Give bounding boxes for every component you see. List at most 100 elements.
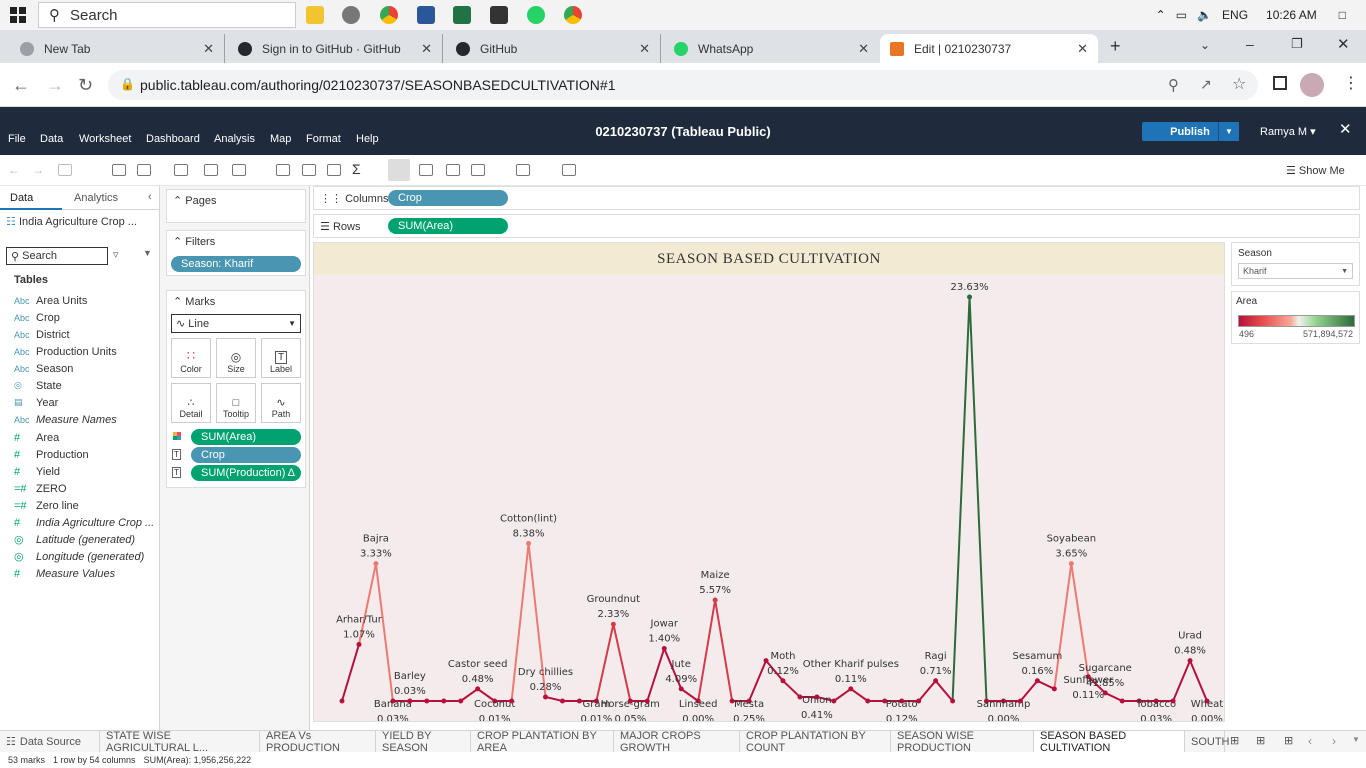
color-button[interactable]: ∷ Color — [171, 338, 211, 378]
redo-icon[interactable]: → — [32, 163, 44, 177]
tab-data[interactable]: Data — [10, 192, 33, 204]
clear-sheet-icon[interactable] — [232, 164, 246, 176]
volume-icon[interactable]: 🔈 — [1197, 8, 1212, 22]
labels-icon[interactable] — [419, 164, 433, 176]
chrome-profile-icon[interactable] — [564, 6, 582, 24]
new-sheet-icon[interactable] — [174, 164, 188, 176]
window-close-button[interactable]: ✕ — [1337, 35, 1350, 53]
scroll-right-icon[interactable]: › — [1332, 734, 1336, 748]
menu-analysis[interactable]: Analysis — [214, 133, 255, 145]
filter-pill-season[interactable]: Season: Kharif — [171, 256, 301, 272]
mark-type-select[interactable]: ∿ Line ▼ — [171, 314, 301, 333]
chevron-up-icon[interactable]: ⌃ — [1156, 8, 1166, 22]
new-tab-button[interactable]: + — [1110, 36, 1121, 57]
marks-pill-crop[interactable]: Crop — [191, 447, 301, 463]
field-measure-values[interactable]: # Measure Values — [14, 565, 115, 582]
field-area[interactable]: # Area — [14, 429, 59, 446]
new-dashboard-tab-icon[interactable]: ⊞ — [1256, 734, 1265, 747]
fit-icon[interactable] — [471, 164, 485, 176]
minimize-button[interactable]: – — [1246, 36, 1254, 52]
field-year[interactable]: ▤ Year — [14, 394, 58, 411]
restore-button[interactable]: ❐ — [1291, 36, 1303, 52]
sheet-tab-season-wise-production[interactable]: SEASON WISE PRODUCTION — [891, 730, 1034, 754]
tooltip-button[interactable]: □ Tooltip — [216, 383, 256, 423]
side-panel-icon[interactable] — [1273, 76, 1287, 90]
user-menu[interactable]: Ramya M ▾ — [1260, 125, 1316, 138]
columns-pill-crop[interactable]: Crop — [388, 190, 508, 206]
field-production-units[interactable]: Abc Production Units — [14, 343, 117, 360]
show-me-button[interactable]: ☰ Show Me — [1286, 164, 1345, 177]
lock-icon[interactable]: 🔒 — [120, 77, 135, 91]
windows-start-icon[interactable] — [10, 7, 26, 23]
menu-map[interactable]: Map — [270, 133, 291, 145]
tab-analytics[interactable]: Analytics — [74, 192, 118, 204]
label-button[interactable]: T Label — [261, 338, 301, 378]
word-icon[interactable] — [417, 6, 435, 24]
field-zero-line[interactable]: =# Zero line — [14, 497, 79, 514]
close-icon[interactable]: ✕ — [203, 41, 214, 57]
format-icon[interactable] — [446, 164, 460, 176]
sort-desc-icon[interactable] — [327, 164, 341, 176]
tab-github[interactable]: GitHub ✕ — [446, 34, 661, 63]
field-state[interactable]: ◎ State — [14, 377, 62, 394]
tab-github-signin[interactable]: Sign in to GitHub · GitHub ✕ — [228, 34, 443, 63]
field-search-input[interactable]: ⚲ Search — [6, 247, 108, 265]
url-bar[interactable]: 🔒 public.tableau.com/authoring/021023073… — [108, 70, 1258, 100]
download-icon[interactable] — [562, 164, 576, 176]
sheet-tab-yield-by-season[interactable]: YIELD BY SEASON — [376, 730, 471, 754]
swap-icon[interactable] — [276, 164, 290, 176]
menu-file[interactable]: File — [8, 133, 26, 145]
sheet-list-icon[interactable]: ▼ — [1352, 735, 1360, 744]
battery-icon[interactable]: ▭ — [1176, 8, 1187, 22]
field-area-units[interactable]: Abc Area Units — [14, 292, 87, 309]
close-editor-button[interactable]: ✕ — [1339, 120, 1352, 138]
chart-type-icon[interactable] — [516, 164, 530, 176]
totals-icon[interactable]: Σ — [352, 161, 361, 177]
sheet-tab-season-based-cultivation[interactable]: SEASON BASED CULTIVATION — [1034, 730, 1185, 754]
line-chart[interactable]: Arhar/Tur 1.07% Bajra 3.33% Banana 0.03% Barle… — [314, 275, 1224, 721]
pause-updates-icon[interactable] — [137, 164, 151, 176]
pane-menu-icon[interactable]: ▼ — [143, 248, 152, 258]
sheet-tab-data-source[interactable]: ☷ Data Source — [0, 731, 100, 752]
field-production[interactable]: # Production — [14, 446, 89, 463]
field-longitude-generated-[interactable]: ◎ Longitude (generated) — [14, 548, 144, 565]
share-icon[interactable]: ↗ — [1200, 76, 1212, 93]
duplicate-sheet-icon[interactable] — [204, 164, 218, 176]
chevron-down-icon[interactable]: ⌄ — [1200, 38, 1210, 52]
tab-new-tab[interactable]: New Tab ✕ — [10, 34, 225, 63]
kebab-menu-icon[interactable]: ⋮ — [1343, 73, 1359, 93]
new-datasource-icon[interactable] — [112, 164, 126, 176]
forward-button[interactable]: → — [46, 75, 64, 96]
path-button[interactable]: ∿ Path — [261, 383, 301, 423]
replace-data-icon[interactable] — [58, 164, 72, 176]
size-button[interactable]: ◎ Size — [216, 338, 256, 378]
field-crop[interactable]: Abc Crop — [14, 309, 60, 326]
reload-button[interactable]: ↻ — [78, 75, 93, 96]
chrome-icon[interactable] — [380, 6, 398, 24]
file-explorer-icon[interactable] — [306, 6, 324, 24]
avatar[interactable] — [1300, 73, 1324, 97]
sheet-tab-crop-plantation-by-count[interactable]: CROP PLANTATION BY COUNT — [740, 730, 891, 754]
collapse-icon[interactable]: ‹ — [148, 191, 152, 203]
field-measure-names[interactable]: Abc Measure Names — [14, 411, 117, 428]
close-icon[interactable]: ✕ — [1077, 41, 1088, 57]
whatsapp-icon[interactable] — [527, 6, 545, 24]
notification-icon[interactable]: □ — [1339, 8, 1346, 22]
close-icon[interactable]: ✕ — [421, 41, 432, 57]
sheet-tab-area-vs-production[interactable]: AREA Vs PRODUCTION — [260, 730, 376, 754]
publish-dropdown[interactable]: ▼ — [1218, 122, 1239, 141]
new-sheet-tab-icon[interactable]: ⊞ — [1230, 734, 1239, 747]
undo-icon[interactable]: ← — [8, 163, 20, 177]
close-icon[interactable]: ✕ — [639, 41, 650, 57]
scroll-left-icon[interactable]: ‹ — [1308, 734, 1312, 748]
new-story-tab-icon[interactable]: ⊞ — [1284, 734, 1293, 747]
settings-icon[interactable] — [342, 6, 360, 24]
season-filter-select[interactable]: Kharif ▼ — [1238, 263, 1353, 279]
field-district[interactable]: Abc District — [14, 326, 70, 343]
sheet-tab-crop-plantation-by-area[interactable]: CROP PLANTATION BY AREA — [471, 730, 614, 754]
tab-whatsapp[interactable]: WhatsApp ✕ — [664, 34, 879, 63]
bookmark-star-icon[interactable]: ☆ — [1232, 74, 1246, 94]
taskbar-search[interactable]: ⚲ Search — [38, 2, 296, 28]
detail-button[interactable]: ∴ Detail — [171, 383, 211, 423]
sheet-tab-major-crops-growth[interactable]: MAJOR CROPS GROWTH — [614, 730, 740, 754]
